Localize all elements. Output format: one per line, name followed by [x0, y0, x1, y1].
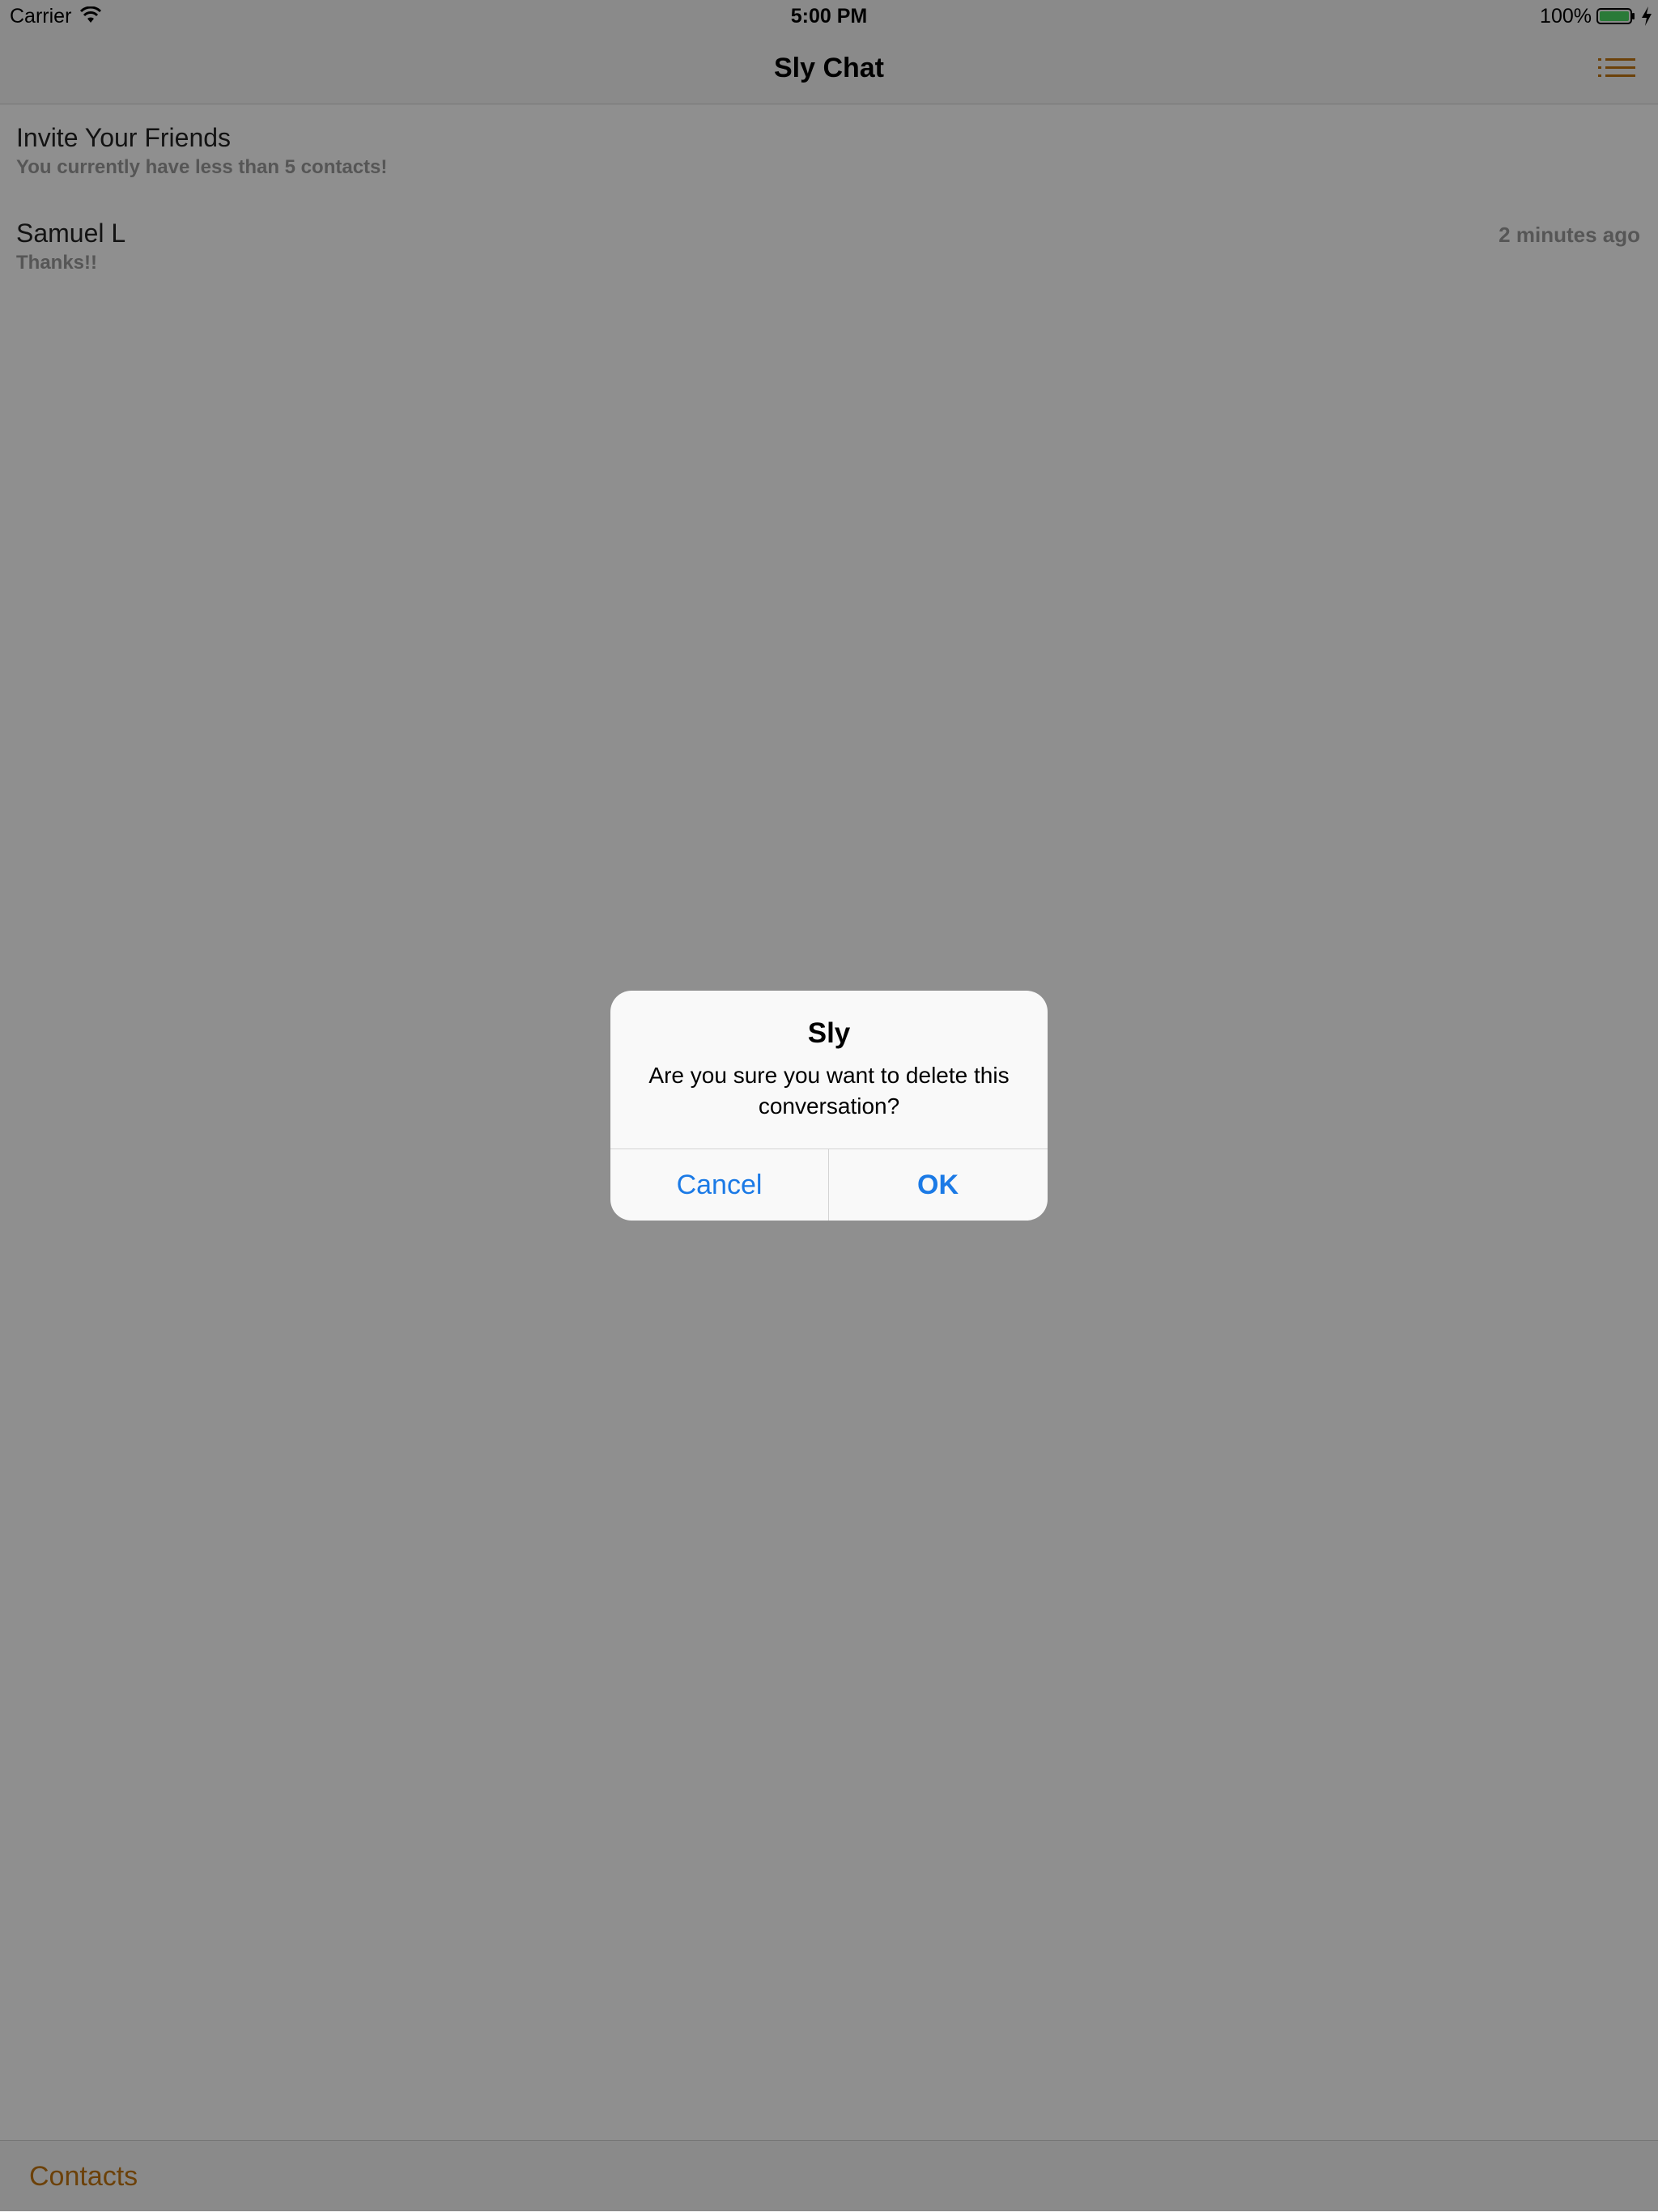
alert-message: Are you sure you want to delete this con… — [648, 1063, 1010, 1119]
ok-button[interactable]: OK — [829, 1149, 1047, 1221]
alert-dialog: Sly Are you sure you want to delete this… — [610, 991, 1048, 1221]
alert-title: Sly — [807, 1017, 851, 1049]
cancel-button[interactable]: Cancel — [610, 1149, 828, 1221]
